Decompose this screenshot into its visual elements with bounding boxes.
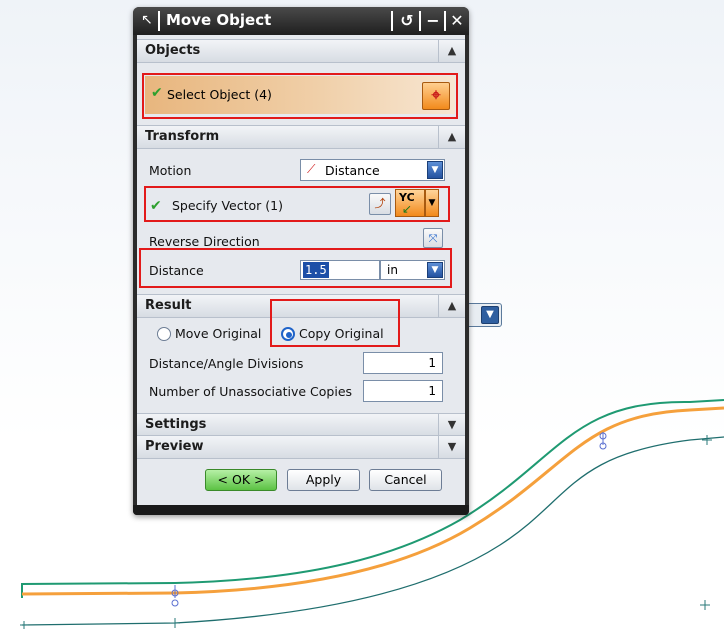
minimize-icon[interactable]: − xyxy=(423,11,443,31)
settings-section-header[interactable]: Settings ▼ xyxy=(137,413,465,437)
title-separator xyxy=(391,11,393,31)
motion-dropdown[interactable]: ⟋ Distance ▼ xyxy=(300,159,445,181)
chevron-up-icon[interactable]: ▲ xyxy=(438,126,465,148)
objects-section-header[interactable]: Objects ▲ xyxy=(137,39,465,63)
objects-header-label: Objects xyxy=(145,43,201,58)
titlebar: ↖ Move Object ↺ − ✕ xyxy=(133,7,469,35)
title-separator xyxy=(158,11,160,31)
title-separator xyxy=(444,11,446,31)
chevron-down-icon[interactable]: ▼ xyxy=(438,436,465,458)
transform-section-header[interactable]: Transform ▲ xyxy=(137,125,465,149)
motion-label: Motion xyxy=(149,163,192,178)
apply-button[interactable]: Apply xyxy=(287,469,360,491)
ok-button[interactable]: < OK > xyxy=(205,469,277,491)
highlight-box xyxy=(270,299,400,347)
move-original-label[interactable]: Move Original xyxy=(175,326,261,341)
result-header-label: Result xyxy=(145,298,192,313)
copies-input[interactable]: 1 xyxy=(363,380,443,402)
divisions-label: Distance/Angle Divisions xyxy=(149,356,304,371)
title-separator xyxy=(419,11,421,31)
move-original-radio[interactable] xyxy=(157,327,171,341)
chevron-up-icon[interactable]: ▲ xyxy=(438,40,465,62)
settings-header-label: Settings xyxy=(145,417,207,432)
chevron-up-icon[interactable]: ▲ xyxy=(438,295,465,317)
reset-icon[interactable]: ↺ xyxy=(397,11,417,31)
copies-label: Number of Unassociative Copies xyxy=(149,384,353,399)
motion-value: Distance xyxy=(325,163,380,178)
highlight-box xyxy=(144,186,450,222)
transform-header-label: Transform xyxy=(145,129,220,144)
arrow-down-icon: ▼ xyxy=(481,306,499,324)
dialog-footer xyxy=(133,505,469,515)
divisions-input[interactable]: 1 xyxy=(363,352,443,374)
highlight-box xyxy=(139,248,452,288)
reverse-direction-icon[interactable]: ⤧ xyxy=(423,228,443,248)
distance-icon: ⟋ xyxy=(307,162,316,176)
dialog-title: Move Object xyxy=(166,11,272,29)
chevron-down-icon: ▼ xyxy=(427,161,443,179)
reverse-direction-label: Reverse Direction xyxy=(149,234,260,249)
preview-header-label: Preview xyxy=(145,439,204,454)
close-icon[interactable]: ✕ xyxy=(447,11,467,31)
chevron-down-icon[interactable]: ▼ xyxy=(438,414,465,436)
highlight-box xyxy=(142,73,458,119)
dialog-body: Objects ▲ ✔ Select Object (4) ⌖ Transfor… xyxy=(137,35,465,505)
preview-section-header[interactable]: Preview ▼ xyxy=(137,435,465,459)
cancel-button[interactable]: Cancel xyxy=(369,469,442,491)
cursor-icon: ↖ xyxy=(141,12,153,28)
move-object-dialog: ↖ Move Object ↺ − ✕ Objects ▲ ✔ Select O… xyxy=(133,7,469,515)
